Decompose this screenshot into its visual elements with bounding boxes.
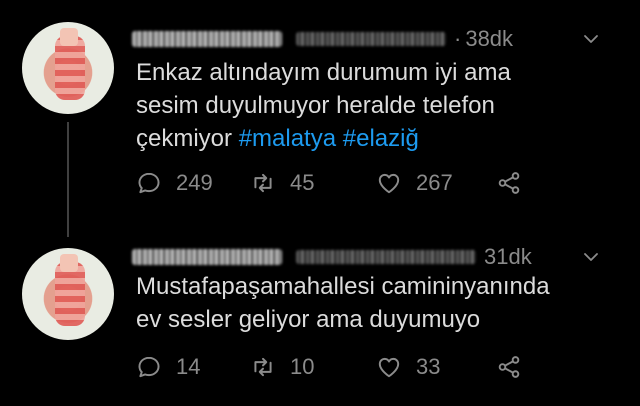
author-handle-redacted[interactable] [296,250,476,264]
reply-count: 14 [176,354,201,379]
thread-connector-line [67,122,69,237]
tweet-actions: 14 10 33 [136,354,566,388]
separator-dot: · [454,26,462,51]
retweet-count: 45 [290,170,315,195]
tweet-text-fragment: çekmiyor [136,125,239,152]
avatar-head [60,254,78,272]
tweet-text-line: Enkaz altındayım durumum iyi ama [136,59,511,86]
hashtag-link[interactable]: #malatya [239,125,336,152]
heart-icon [378,173,400,194]
author-name-redacted[interactable] [132,249,282,265]
tweet-timestamp[interactable]: 31dk [484,244,532,270]
tweet-text: Mustafapaşamahallesi camininyanında ev s… [136,270,606,336]
tweet-text-line: ev sesler geliyor ama duyumuyo [136,306,481,333]
like-count: 33 [416,354,441,379]
reply-button[interactable]: 249 [136,170,213,196]
chevron-down-icon[interactable] [582,248,600,266]
tweet-timestamp[interactable]: 38dk [465,26,513,52]
reply-icon [138,356,160,378]
tweet-header: · 38dk [132,24,602,54]
share-icon [498,172,520,194]
avatar-head [60,28,78,46]
heart-icon [378,357,400,378]
hashtag-link[interactable]: #elaziğ [343,125,419,152]
share-icon [498,356,520,378]
tweet-text-line: çekmiyor #malatya #elaziğ [136,122,606,155]
tweet-1[interactable]: · 38dk Enkaz altındayım durumum iyi ama … [0,0,640,237]
tweet-2[interactable]: 31dk Mustafapaşamahallesi camininyanında… [0,230,640,406]
retweet-count: 10 [290,354,315,379]
author-name-redacted[interactable] [132,31,282,47]
reply-count: 249 [176,170,213,195]
retweet-icon [254,357,272,377]
like-count: 267 [416,170,453,195]
retweet-button[interactable]: 10 [250,354,314,380]
tweet-header: 31dk [132,242,602,272]
tweet-actions: 249 45 267 [136,170,566,204]
tweet-text: Enkaz altındayım durumum iyi ama sesim d… [136,56,606,155]
reply-icon [138,172,160,194]
tweet-text-fragment [336,125,343,152]
tweet-text-line: Mustafapaşamahallesi camininyanında [136,273,550,300]
avatar[interactable] [22,22,114,114]
avatar[interactable] [22,248,114,340]
tweet-text-line: sesim duyulmuyor heralde telefon [136,92,495,119]
retweet-icon [254,173,272,193]
chevron-down-icon[interactable] [582,30,600,48]
like-button[interactable]: 267 [376,170,453,196]
like-button[interactable]: 33 [376,354,440,380]
share-button[interactable] [496,354,522,380]
reply-button[interactable]: 14 [136,354,200,380]
retweet-button[interactable]: 45 [250,170,314,196]
author-handle-redacted[interactable] [296,32,446,46]
share-button[interactable] [496,170,522,196]
